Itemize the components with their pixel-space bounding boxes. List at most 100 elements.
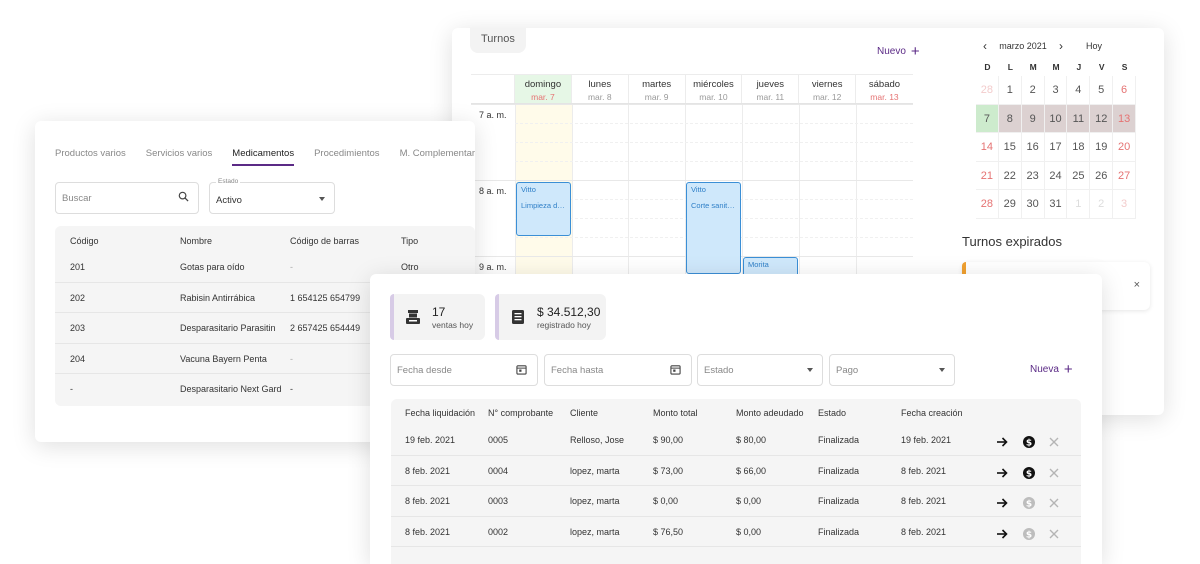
payment-icon[interactable]: $ [1022, 496, 1036, 510]
column-header[interactable]: Código de barras [290, 236, 359, 246]
tab-productos-varios[interactable]: Productos varios [55, 148, 126, 166]
day-header-friday[interactable]: viernes mar. 12 [799, 75, 857, 103]
mini-calendar-day[interactable]: 5 [1090, 76, 1114, 105]
mini-calendar-day[interactable]: 18 [1067, 133, 1091, 162]
new-appointment-label: Nuevo [877, 46, 906, 57]
date-to-placeholder: Fecha hasta [551, 365, 604, 376]
day-header-monday[interactable]: lunes mar. 8 [572, 75, 629, 103]
column-header[interactable]: Tipo [401, 236, 418, 246]
chevron-left-icon[interactable]: ‹ [976, 39, 994, 53]
turnos-tab[interactable]: Turnos [470, 28, 526, 53]
day-name: lunes [588, 79, 612, 90]
mini-calendar-day[interactable]: 10 [1044, 104, 1068, 133]
status-select[interactable]: Estado Activo [209, 178, 335, 214]
calendar-icon[interactable] [516, 364, 527, 375]
arrow-right-icon[interactable] [995, 527, 1009, 541]
mini-calendar-day[interactable]: 2 [1021, 76, 1045, 105]
mini-calendar-day[interactable]: 24 [1044, 161, 1068, 190]
date-from-field[interactable]: Fecha desde [390, 354, 538, 386]
status-value: Activo [216, 195, 242, 206]
payment-filter-select[interactable]: Pago [829, 354, 955, 386]
mini-calendar-day[interactable]: 1 [1067, 190, 1091, 219]
mini-calendar-day[interactable]: 7 [976, 104, 999, 133]
column-header[interactable]: Cliente [570, 408, 598, 418]
week-body[interactable]: 7 a. m. 8 a. m. 9 a. m. Vitto Limpieza d… [471, 104, 913, 277]
day-header-thursday[interactable]: jueves mar. 11 [742, 75, 800, 103]
close-icon[interactable] [1047, 496, 1061, 510]
close-icon[interactable] [1047, 527, 1061, 541]
new-appointment-button[interactable]: Nuevo + [877, 44, 920, 59]
tab-procedimientos[interactable]: Procedimientos [314, 148, 379, 166]
mini-calendar-day[interactable]: 21 [976, 161, 999, 190]
tab-medicamentos[interactable]: Medicamentos [232, 148, 294, 166]
day-header-wednesday[interactable]: miércoles mar. 10 [686, 75, 743, 103]
day-header-saturday[interactable]: sábado mar. 13 [856, 75, 913, 103]
status-filter-select[interactable]: Estado [697, 354, 823, 386]
cell-receipt-number: 0003 [488, 496, 509, 506]
chevron-right-icon[interactable]: › [1052, 39, 1070, 53]
column-divider [572, 104, 573, 274]
table-row[interactable]: 8 feb. 2021 0003 lopez, marta $ 0,00 $ 0,00 F… [391, 486, 1081, 517]
column-header[interactable]: Código [70, 236, 99, 246]
mini-calendar-day[interactable]: 31 [1044, 190, 1068, 219]
mini-calendar-day[interactable]: 19 [1090, 133, 1114, 162]
arrow-right-icon[interactable] [995, 435, 1009, 449]
mini-calendar-day[interactable]: 28 [976, 190, 999, 219]
mini-calendar-day[interactable]: 14 [976, 133, 999, 162]
mini-calendar-day[interactable]: 26 [1090, 161, 1114, 190]
mini-calendar-day[interactable]: 1 [998, 76, 1022, 105]
day-header-sunday[interactable]: domingo mar. 7 [515, 75, 572, 103]
appointment-event[interactable]: Vitto Corte sanitar... [686, 182, 741, 274]
mini-calendar-day[interactable]: 28 [976, 76, 999, 105]
mini-calendar-day[interactable]: 9 [1021, 104, 1045, 133]
search-input[interactable]: Buscar [55, 182, 199, 214]
close-icon[interactable] [1047, 435, 1061, 449]
calendar-icon[interactable] [670, 364, 681, 375]
search-icon[interactable] [178, 191, 189, 202]
cell-name: Desparasitario Next Gard [180, 384, 282, 394]
column-header[interactable]: Estado [818, 408, 846, 418]
mini-calendar-day[interactable]: 4 [1067, 76, 1091, 105]
column-header[interactable]: Monto adeudado [736, 408, 804, 418]
close-icon[interactable] [1047, 466, 1061, 480]
appointment-event[interactable]: Vitto Limpieza de... [516, 182, 571, 236]
mini-calendar-day[interactable]: 3 [1044, 76, 1068, 105]
column-header[interactable]: Monto total [653, 408, 698, 418]
tab-m-complementarios[interactable]: M. Complementar [400, 148, 475, 166]
column-header[interactable]: Fecha liquidación [405, 408, 475, 418]
close-icon[interactable]: × [1134, 279, 1140, 291]
mini-calendar-day[interactable]: 23 [1021, 161, 1045, 190]
today-button[interactable]: Hoy [1086, 41, 1102, 51]
mini-calendar-day[interactable]: 22 [998, 161, 1022, 190]
mini-calendar-day[interactable]: 12 [1090, 104, 1114, 133]
table-row[interactable]: 8 feb. 2021 0004 lopez, marta $ 73,00 $ 66,0… [391, 456, 1081, 486]
mini-calendar-day[interactable]: 2 [1090, 190, 1114, 219]
mini-calendar-day[interactable]: 27 [1113, 161, 1137, 190]
mini-calendar-day[interactable]: 30 [1021, 190, 1045, 219]
mini-calendar-day[interactable]: 25 [1067, 161, 1091, 190]
day-header-tuesday[interactable]: martes mar. 9 [629, 75, 686, 103]
mini-calendar-day[interactable]: 16 [1021, 133, 1045, 162]
column-header[interactable]: Nombre [180, 236, 212, 246]
payment-icon[interactable]: $ [1022, 527, 1036, 541]
tab-servicios-varios[interactable]: Servicios varios [146, 148, 213, 166]
date-to-field[interactable]: Fecha hasta [544, 354, 692, 386]
mini-calendar-day[interactable]: 6 [1113, 76, 1137, 105]
mini-calendar-day[interactable]: 15 [998, 133, 1022, 162]
payment-icon[interactable]: $ [1022, 466, 1036, 480]
mini-calendar-day[interactable]: 17 [1044, 133, 1068, 162]
mini-calendar-day[interactable]: 29 [998, 190, 1022, 219]
table-row[interactable]: 8 feb. 2021 0002 lopez, marta $ 76,50 $ 0,00… [391, 517, 1081, 547]
mini-calendar-day[interactable]: 11 [1067, 104, 1091, 133]
table-row[interactable]: 19 feb. 2021 0005 Relloso, Jose $ 90,00 $ 80… [391, 425, 1081, 456]
column-header[interactable]: Fecha creación [901, 408, 963, 418]
mini-calendar-day[interactable]: 8 [998, 104, 1022, 133]
column-header[interactable]: N° comprobante [488, 408, 553, 418]
new-sale-button[interactable]: Nueva + [1030, 362, 1073, 377]
mini-calendar-day[interactable]: 13 [1113, 104, 1137, 133]
mini-calendar-day[interactable]: 20 [1113, 133, 1137, 162]
payment-icon[interactable]: $ [1022, 435, 1036, 449]
mini-calendar-day[interactable]: 3 [1113, 190, 1137, 219]
arrow-right-icon[interactable] [995, 496, 1009, 510]
arrow-right-icon[interactable] [995, 466, 1009, 480]
